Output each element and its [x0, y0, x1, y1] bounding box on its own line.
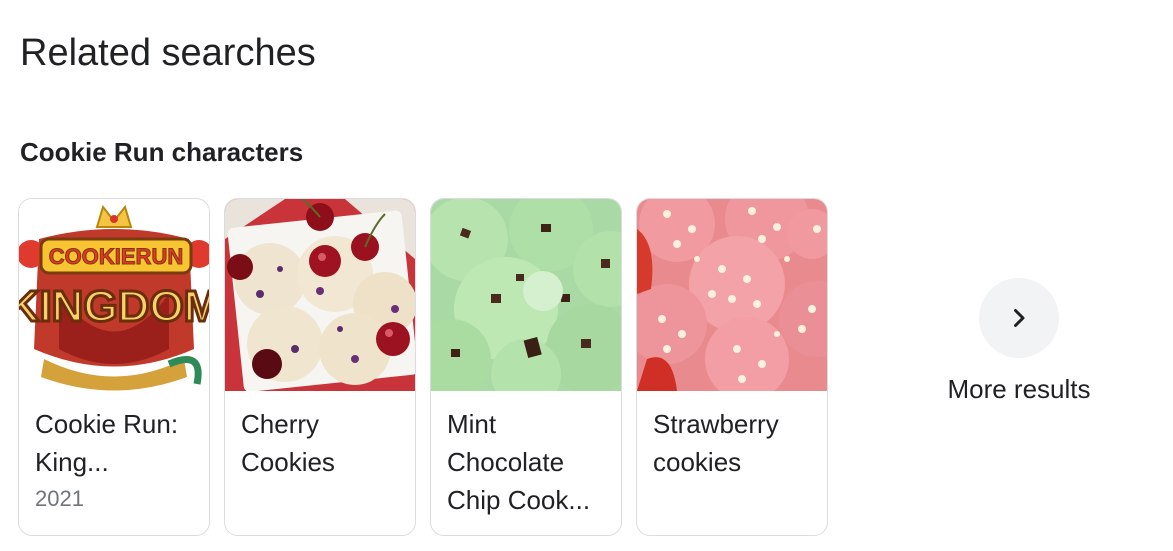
card-title: Strawberry cookies	[653, 409, 779, 477]
cherry-cookies-thumbnail	[225, 199, 415, 391]
logo-text-top: COOKIERUN	[49, 244, 183, 269]
strawberry-cookies-image	[637, 199, 827, 391]
more-results[interactable]: More results	[936, 278, 1102, 406]
group-title: Cookie Run characters	[20, 137, 304, 167]
cookie-run-kingdom-logo-image: COOKIERUN KINGDOM	[19, 199, 209, 391]
related-search-card-cherry-cookies[interactable]: Cherry Cookies	[224, 198, 416, 536]
more-results-button[interactable]	[979, 278, 1059, 358]
strawberry-cookies-thumbnail	[637, 199, 827, 391]
related-search-card-cookie-run[interactable]: COOKIERUN KINGDOM Cookie Run: King... 20…	[18, 198, 210, 536]
more-results-label: More results	[947, 374, 1091, 404]
logo-text-bottom: KINGDOM	[19, 282, 209, 331]
card-title: Cookie Run: King...	[35, 409, 179, 477]
mint-chocolate-chip-cookies-image	[431, 199, 621, 391]
card-year: 2021	[35, 486, 84, 511]
related-search-cards: COOKIERUN KINGDOM Cookie Run: King... 20…	[18, 198, 828, 536]
section-title: Related searches	[20, 32, 316, 74]
cookie-run-kingdom-thumbnail: COOKIERUN KINGDOM	[19, 199, 209, 391]
card-title: Cherry Cookies	[241, 409, 335, 477]
related-search-card-strawberry-cookies[interactable]: Strawberry cookies	[636, 198, 828, 536]
chevron-right-icon	[1014, 309, 1025, 327]
cherry-cookies-image	[225, 199, 415, 391]
mint-chocolate-chip-thumbnail	[431, 199, 621, 391]
card-title: Mint Chocolate Chip Cook...	[447, 409, 591, 515]
related-search-card-mint-chocolate-chip[interactable]: Mint Chocolate Chip Cook...	[430, 198, 622, 536]
